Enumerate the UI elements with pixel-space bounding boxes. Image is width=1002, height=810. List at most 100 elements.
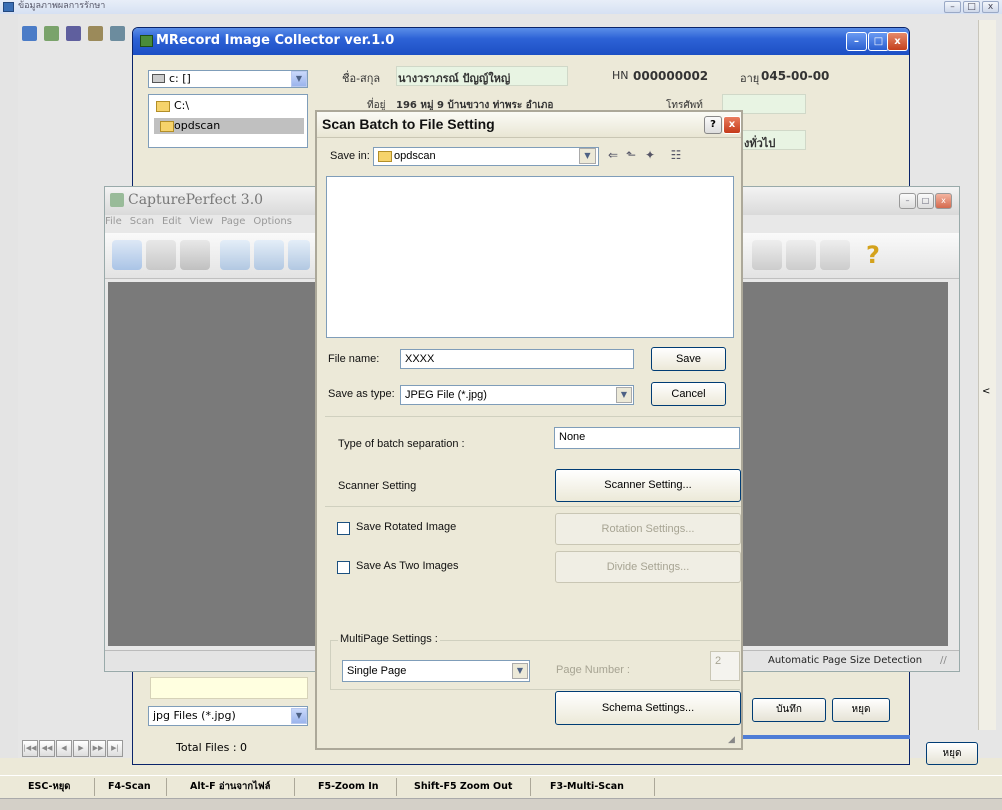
batch-separation-input[interactable]: None	[554, 427, 740, 449]
save-rotated-checkbox[interactable]	[337, 522, 350, 535]
mrecord-stop-button[interactable]: หยุด	[832, 698, 890, 722]
settings-icon[interactable]	[110, 26, 125, 41]
mrecord-maximize-icon[interactable]: □	[868, 32, 889, 51]
dialog-close-icon[interactable]: x	[723, 116, 741, 134]
fkey-f5[interactable]: F5-Zoom In	[318, 778, 379, 796]
chevron-down-icon[interactable]: ▼	[291, 71, 307, 87]
scan-batch-icon[interactable]	[220, 240, 250, 270]
file-name-label: File name:	[328, 353, 380, 365]
cp-minimize-icon[interactable]: –	[899, 193, 916, 209]
vertical-scrollbar[interactable]	[978, 20, 996, 730]
captureperfect-app-icon	[110, 193, 124, 207]
type-value: งทั่วไป	[744, 137, 776, 150]
drive-value: c: []	[169, 72, 191, 85]
resize-grip-icon[interactable]: //	[940, 655, 947, 666]
fkey-alt-f[interactable]: Alt-F อ่านจากไฟล์	[190, 778, 270, 796]
main-stop-button[interactable]: หยุด	[926, 742, 978, 765]
cp-close-icon[interactable]: x	[935, 193, 952, 209]
scanner-setting-label: Scanner Setting	[338, 480, 417, 492]
save-icon[interactable]	[146, 240, 176, 270]
file-name-input[interactable]: XXXX	[400, 349, 634, 369]
open-file-icon[interactable]	[112, 240, 142, 270]
save-button[interactable]: Save	[651, 347, 726, 371]
close-icon[interactable]: x	[982, 1, 999, 13]
prev-page-icon[interactable]: ◀◀	[39, 740, 55, 757]
chevron-down-icon[interactable]: ▼	[512, 663, 528, 679]
page-prev-icon[interactable]	[752, 240, 782, 270]
fkey-f3[interactable]: F3-Multi-Scan	[550, 778, 624, 796]
folder-open-icon	[156, 101, 170, 112]
main-titlebar: ข้อมูลภาพผลการรักษา	[0, 0, 1002, 14]
view-menu-icon[interactable]: ☷	[665, 148, 687, 162]
menu-view[interactable]: View	[189, 216, 213, 227]
fkey-esc[interactable]: ESC-หยุด	[28, 778, 70, 796]
first-record-icon[interactable]: |◀◀	[22, 740, 38, 757]
print-icon[interactable]	[180, 240, 210, 270]
page-size-status: Automatic Page Size Detection	[768, 655, 923, 666]
mrecord-save-button[interactable]: บันทึก	[752, 698, 826, 722]
save-two-images-checkbox[interactable]	[337, 561, 350, 574]
divide-settings-button[interactable]: Divide Settings...	[555, 551, 741, 583]
total-files: Total Files : 0	[176, 741, 248, 754]
scan-page-icon[interactable]	[254, 240, 284, 270]
cancel-button[interactable]: Cancel	[651, 382, 726, 406]
dialog-resize-grip-icon[interactable]: ◢	[728, 735, 740, 747]
next-page-icon[interactable]: ▶▶	[90, 740, 106, 757]
prev-record-icon[interactable]: ◀	[56, 740, 72, 757]
scan-icon[interactable]	[22, 26, 37, 41]
folder-item-selected[interactable]: opdscan	[154, 118, 304, 134]
mrecord-close-icon[interactable]: x	[887, 32, 908, 51]
menu-edit[interactable]: Edit	[162, 216, 181, 227]
file-type-combobox[interactable]: jpg Files (*.jpg)	[148, 706, 308, 726]
separator	[396, 778, 397, 796]
page-next-icon[interactable]	[786, 240, 816, 270]
tools-icon[interactable]	[88, 26, 103, 41]
fkey-shift-f5[interactable]: Shift-F5 Zoom Out	[414, 778, 512, 796]
age-label: อายุ	[740, 72, 760, 85]
captureperfect-title: CapturePerfect 3.0	[128, 192, 264, 208]
scan-file-icon[interactable]	[288, 240, 310, 270]
chevron-down-icon[interactable]: ▼	[291, 708, 307, 724]
scroll-arrow-icon[interactable]: <	[982, 386, 990, 397]
fkey-f4[interactable]: F4-Scan	[108, 778, 151, 796]
multipage-label: MultiPage Settings :	[338, 633, 440, 645]
chevron-down-icon[interactable]: ▼	[579, 148, 596, 164]
window-edge	[720, 735, 910, 739]
menu-page[interactable]: Page	[221, 216, 245, 227]
folder-open-icon	[160, 121, 174, 132]
rotation-settings-button[interactable]: Rotation Settings...	[555, 513, 741, 545]
page-view-icon[interactable]	[820, 240, 850, 270]
save-two-images-label: Save As Two Images	[356, 560, 459, 572]
multipage-combobox[interactable]: Single Page	[342, 660, 530, 682]
menu-file[interactable]: File	[105, 216, 122, 227]
up-folder-icon[interactable]: ⬑	[624, 148, 638, 162]
name-value: นางวราภรณ์ ปัญญ์ใหญ่	[398, 72, 511, 85]
last-record-icon[interactable]: ▶|	[107, 740, 123, 757]
help-icon[interactable]: ?	[858, 240, 888, 270]
new-folder-icon[interactable]: ✦	[643, 148, 657, 162]
hn-value: 000000002	[633, 69, 709, 83]
mrecord-minimize-icon[interactable]: –	[846, 32, 867, 51]
dialog-help-icon[interactable]: ?	[704, 116, 722, 134]
view-icon[interactable]	[66, 26, 81, 41]
maximize-icon[interactable]: □	[963, 1, 980, 13]
next-record-icon[interactable]: ▶	[73, 740, 89, 757]
import-icon[interactable]	[44, 26, 59, 41]
menu-options[interactable]: Options	[253, 216, 292, 227]
save-rotated-label: Save Rotated Image	[356, 521, 457, 533]
chevron-down-icon[interactable]: ▼	[616, 387, 632, 403]
mrecord-title: MRecord Image Collector ver.1.0	[156, 33, 395, 48]
page-number-input[interactable]: 2	[710, 651, 740, 681]
schema-settings-button[interactable]: Schema Settings...	[555, 691, 741, 725]
back-arrow-icon[interactable]: ⇐	[606, 148, 620, 162]
batch-separation-label: Type of batch separation :	[338, 438, 465, 450]
save-in-combobox[interactable]: opdscan	[373, 147, 599, 166]
separator	[166, 778, 167, 796]
scanner-setting-button[interactable]: Scanner Setting...	[555, 469, 741, 502]
menu-scan[interactable]: Scan	[130, 216, 154, 227]
file-browser-area[interactable]	[326, 176, 734, 338]
drive-combobox[interactable]: c: []	[148, 70, 308, 88]
minimize-icon[interactable]: –	[944, 1, 961, 13]
cp-maximize-icon[interactable]: □	[917, 193, 934, 209]
save-as-type-combobox[interactable]: JPEG File (*.jpg)	[400, 385, 634, 405]
